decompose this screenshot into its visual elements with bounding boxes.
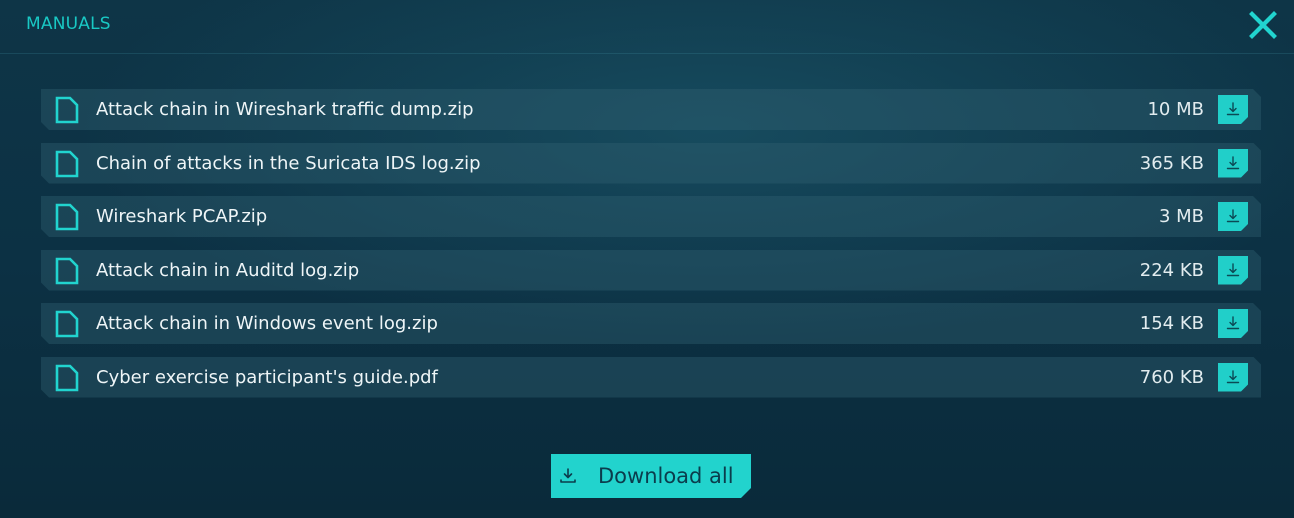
file-size: 760 KB [1139, 366, 1204, 388]
file-row[interactable]: Attack chain in Windows event log.zip 154… [41, 303, 1261, 344]
document-icon [55, 257, 79, 285]
dialog-header: MANUALS [0, 0, 1294, 54]
file-name[interactable]: Wireshark PCAP.zip [96, 206, 267, 227]
document-icon [55, 364, 79, 392]
download-all-button[interactable]: Download all [551, 454, 751, 498]
file-size: 224 KB [1139, 259, 1204, 281]
download-file-button[interactable] [1218, 309, 1248, 338]
file-name[interactable]: Attack chain in Auditd log.zip [96, 260, 359, 281]
document-icon [55, 310, 79, 338]
document-icon [55, 96, 79, 124]
document-icon [55, 203, 79, 231]
file-size: 10 MB [1147, 99, 1204, 120]
file-row[interactable]: Cyber exercise participant's guide.pdf 76… [41, 356, 1261, 398]
file-size: 365 KB [1139, 152, 1204, 174]
file-size: 3 MB [1158, 206, 1204, 227]
document-icon [55, 150, 79, 178]
download-file-button[interactable] [1218, 362, 1248, 392]
close-x-icon [1249, 11, 1277, 39]
download-icon [559, 468, 577, 484]
manuals-dialog: MANUALS Attack chain in Wireshark traffi… [0, 0, 1294, 518]
file-row[interactable]: Chain of attacks in the Suricata IDS log… [41, 142, 1261, 184]
file-size: 154 KB [1139, 313, 1204, 334]
download-file-button[interactable] [1218, 95, 1248, 124]
dialog-title: MANUALS [26, 14, 111, 34]
download-file-button[interactable] [1218, 148, 1248, 178]
file-name[interactable]: Attack chain in Wireshark traffic dump.z… [96, 99, 474, 120]
file-name[interactable]: Chain of attacks in the Suricata IDS log… [96, 153, 481, 174]
file-row[interactable]: Attack chain in Auditd log.zip 224 KB [41, 249, 1261, 291]
close-button[interactable] [1247, 9, 1279, 41]
file-name[interactable]: Attack chain in Windows event log.zip [96, 313, 438, 334]
download-file-button[interactable] [1218, 255, 1248, 285]
file-row[interactable]: Attack chain in Wireshark traffic dump.z… [41, 89, 1261, 130]
file-list: Attack chain in Wireshark traffic dump.z… [41, 89, 1261, 410]
file-name[interactable]: Cyber exercise participant's guide.pdf [96, 367, 438, 388]
file-row[interactable]: Wireshark PCAP.zip 3 MB [41, 196, 1261, 237]
download-all-label: Download all [598, 464, 734, 488]
download-file-button[interactable] [1218, 202, 1248, 231]
